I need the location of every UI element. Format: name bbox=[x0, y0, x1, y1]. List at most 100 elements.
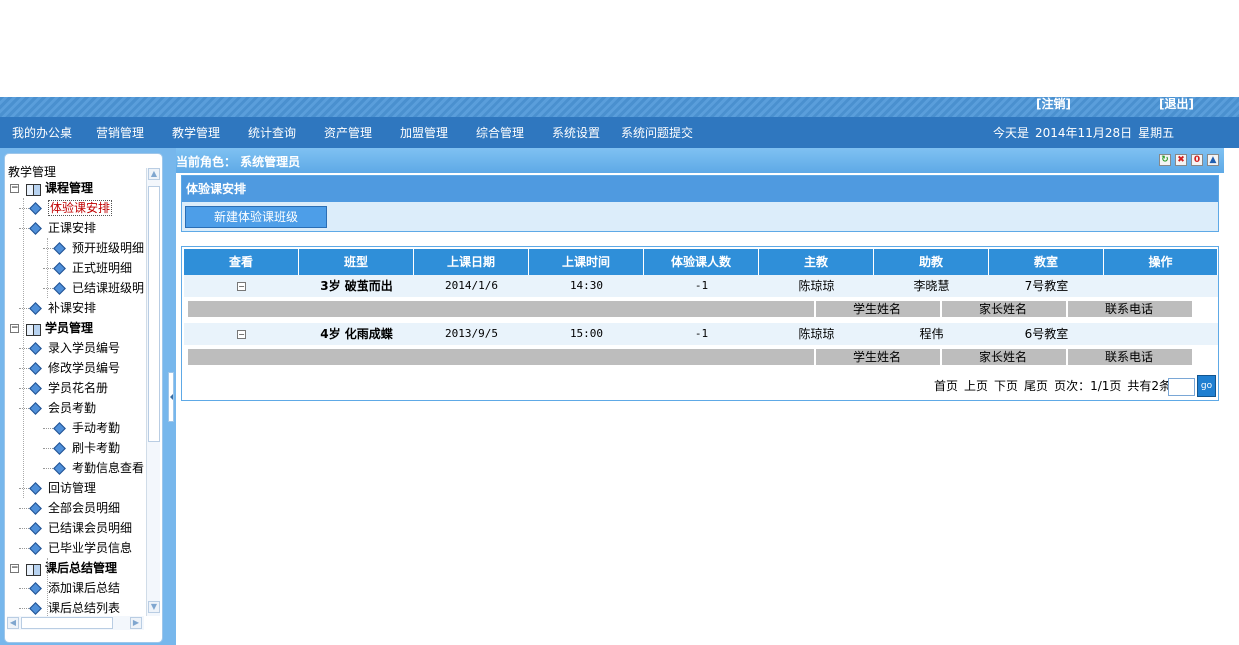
page-number-input[interactable] bbox=[1168, 378, 1195, 396]
cell-room: 6号教室 bbox=[1024, 327, 1069, 341]
nav-item-settings[interactable]: 系统设置 bbox=[552, 126, 600, 140]
nav-item-teaching[interactable]: 教学管理 bbox=[172, 126, 220, 140]
sidebar-item[interactable]: 已结课会员明细 bbox=[19, 518, 132, 538]
sidebar: 教学管理 − 课程管理 体验课安排 正课安排 预开班级明细 正式班明细 已结课班级明 补课安排… bbox=[4, 153, 163, 643]
sidebar-item[interactable]: 录入学员编号 bbox=[19, 338, 120, 358]
scroll-left-icon[interactable]: ◀ bbox=[7, 617, 19, 629]
tree-connector bbox=[43, 448, 53, 449]
refresh-icon[interactable]: ↻ bbox=[1159, 154, 1171, 166]
hscroll-thumb[interactable] bbox=[21, 617, 113, 629]
scroll-up-icon[interactable]: ▲ bbox=[148, 168, 160, 180]
table-row: − 4岁 化雨成蝶 2013/9/5 15:00 -1 陈琼琼 程伟 6号教室 bbox=[184, 323, 1218, 345]
sidebar-item[interactable]: 学员花名册 bbox=[19, 378, 108, 398]
new-trial-class-button[interactable]: 新建体验课班级 bbox=[185, 206, 327, 228]
collapse-icon[interactable]: − bbox=[237, 282, 246, 291]
collapse-icon[interactable]: − bbox=[237, 330, 246, 339]
tree-connector bbox=[43, 468, 53, 469]
main-nav: 我的办公桌 营销管理 教学管理 统计查询 资产管理 加盟管理 综合管理 系统设置… bbox=[0, 117, 1239, 148]
sidebar-item[interactable]: 课后总结列表 bbox=[19, 598, 120, 618]
column-header: 上课日期 bbox=[414, 249, 529, 275]
sidebar-item[interactable]: 回访管理 bbox=[19, 478, 96, 498]
diamond-icon bbox=[53, 442, 66, 455]
tree-connector bbox=[19, 388, 29, 389]
nav-item-marketing[interactable]: 营销管理 bbox=[96, 126, 144, 140]
delete-icon[interactable]: ✖ bbox=[1175, 154, 1187, 166]
sidebar-item[interactable]: 预开班级明细 bbox=[43, 238, 144, 258]
sidebar-item[interactable]: 考勤信息查看 bbox=[43, 458, 144, 478]
sidebar-item[interactable]: 正式班明细 bbox=[43, 258, 132, 278]
diamond-icon bbox=[29, 342, 42, 355]
scroll-thumb[interactable] bbox=[148, 186, 160, 442]
sidebar-item[interactable]: 会员考勤 bbox=[19, 398, 96, 418]
tree-connector bbox=[19, 308, 29, 309]
column-header: 教室 bbox=[989, 249, 1104, 275]
nav-item-franchise[interactable]: 加盟管理 bbox=[400, 126, 448, 140]
sidebar-item[interactable]: 修改学员编号 bbox=[19, 358, 120, 378]
exit-link[interactable]: [退出] bbox=[1159, 97, 1194, 111]
diamond-icon bbox=[53, 462, 66, 475]
cell-assistant: 程伟 bbox=[919, 327, 944, 341]
cell-time: 14:30 bbox=[569, 279, 604, 292]
go-button[interactable]: go bbox=[1197, 375, 1216, 397]
view-cell: − bbox=[184, 323, 299, 345]
nav-item-statistics[interactable]: 统计查询 bbox=[248, 126, 296, 140]
cell-teacher: 陈琼琼 bbox=[798, 279, 835, 293]
column-header: 主教 bbox=[759, 249, 874, 275]
diamond-icon bbox=[29, 502, 42, 515]
pager-last[interactable]: 尾页 bbox=[1024, 379, 1048, 393]
scroll-right-icon[interactable]: ▶ bbox=[130, 617, 142, 629]
sidebar-item[interactable]: 体验课安排 bbox=[19, 198, 113, 218]
pager-prev[interactable]: 上页 bbox=[964, 379, 988, 393]
sidebar-item[interactable]: 全部会员明细 bbox=[19, 498, 120, 518]
sidebar-item[interactable]: 正课安排 bbox=[19, 218, 96, 238]
sidebar-item[interactable]: 已毕业学员信息 bbox=[19, 538, 132, 558]
collapse-icon[interactable]: − bbox=[10, 564, 19, 573]
up-icon[interactable]: ▲ bbox=[1207, 154, 1219, 166]
diamond-icon bbox=[29, 202, 42, 215]
sidebar-item-label: 补课安排 bbox=[48, 301, 97, 315]
sidebar-item-label: 学员花名册 bbox=[48, 381, 109, 395]
sidebar-item-label: 课后总结列表 bbox=[48, 601, 121, 615]
sidebar-item-label: 修改学员编号 bbox=[48, 361, 121, 375]
sidebar-item[interactable]: 手动考勤 bbox=[43, 418, 120, 438]
tree-guide-line bbox=[47, 558, 48, 618]
nav-item-issue-submit[interactable]: 系统问题提交 bbox=[621, 126, 693, 140]
sidebar-horizontal-scrollbar[interactable]: ◀ ▶ bbox=[7, 616, 144, 630]
student-subtable-header: 学生姓名 家长姓名 联系电话 bbox=[188, 301, 1192, 317]
pager-next[interactable]: 下页 bbox=[994, 379, 1018, 393]
column-header: 上课时间 bbox=[529, 249, 644, 275]
logout-link[interactable]: [注销] bbox=[1036, 97, 1071, 111]
tree-group[interactable]: − 课程管理 bbox=[10, 178, 93, 198]
sidebar-item[interactable]: 添加课后总结 bbox=[19, 578, 120, 598]
diamond-icon bbox=[53, 262, 66, 275]
pager: 首页 上页 下页 尾页 页次：1/1页 共有2条 go bbox=[934, 375, 1216, 397]
sidebar-item-label: 正课安排 bbox=[48, 221, 97, 235]
zero-icon[interactable]: 0 bbox=[1191, 154, 1203, 166]
sidebar-collapse-handle[interactable] bbox=[168, 372, 174, 422]
pager-first[interactable]: 首页 bbox=[934, 379, 958, 393]
nav-item-general[interactable]: 综合管理 bbox=[476, 126, 524, 140]
cell-class-type: 4岁 化雨成蝶 bbox=[320, 327, 393, 341]
column-header: 助教 bbox=[874, 249, 989, 275]
cell-action bbox=[1104, 323, 1219, 345]
top-strip: [注销] [退出] bbox=[0, 97, 1239, 117]
scroll-down-icon[interactable]: ▼ bbox=[148, 601, 160, 613]
nav-item-my-desk[interactable]: 我的办公桌 bbox=[12, 126, 72, 140]
nav-item-assets[interactable]: 资产管理 bbox=[324, 126, 372, 140]
tree-group[interactable]: − 课后总结管理 bbox=[10, 558, 117, 578]
sidebar-item[interactable]: 刷卡考勤 bbox=[43, 438, 120, 458]
collapse-icon[interactable]: − bbox=[10, 184, 19, 193]
sidebar-item[interactable]: 已结课班级明 bbox=[43, 278, 144, 298]
sidebar-vertical-scrollbar[interactable]: ▲ ▼ bbox=[146, 168, 160, 616]
tree-connector bbox=[19, 348, 29, 349]
section-title: 体验课安排 bbox=[182, 176, 1218, 202]
sub-column-header: 学生姓名 bbox=[814, 349, 938, 365]
sidebar-item[interactable]: 补课安排 bbox=[19, 298, 96, 318]
tree-connector bbox=[19, 488, 29, 489]
sidebar-item-label: 会员考勤 bbox=[48, 401, 97, 415]
book-icon bbox=[25, 323, 41, 336]
collapse-icon[interactable]: − bbox=[10, 324, 19, 333]
cell-room: 7号教室 bbox=[1024, 279, 1069, 293]
trial-class-section: 体验课安排 新建体验课班级 bbox=[181, 175, 1219, 232]
tree-connector bbox=[19, 508, 29, 509]
